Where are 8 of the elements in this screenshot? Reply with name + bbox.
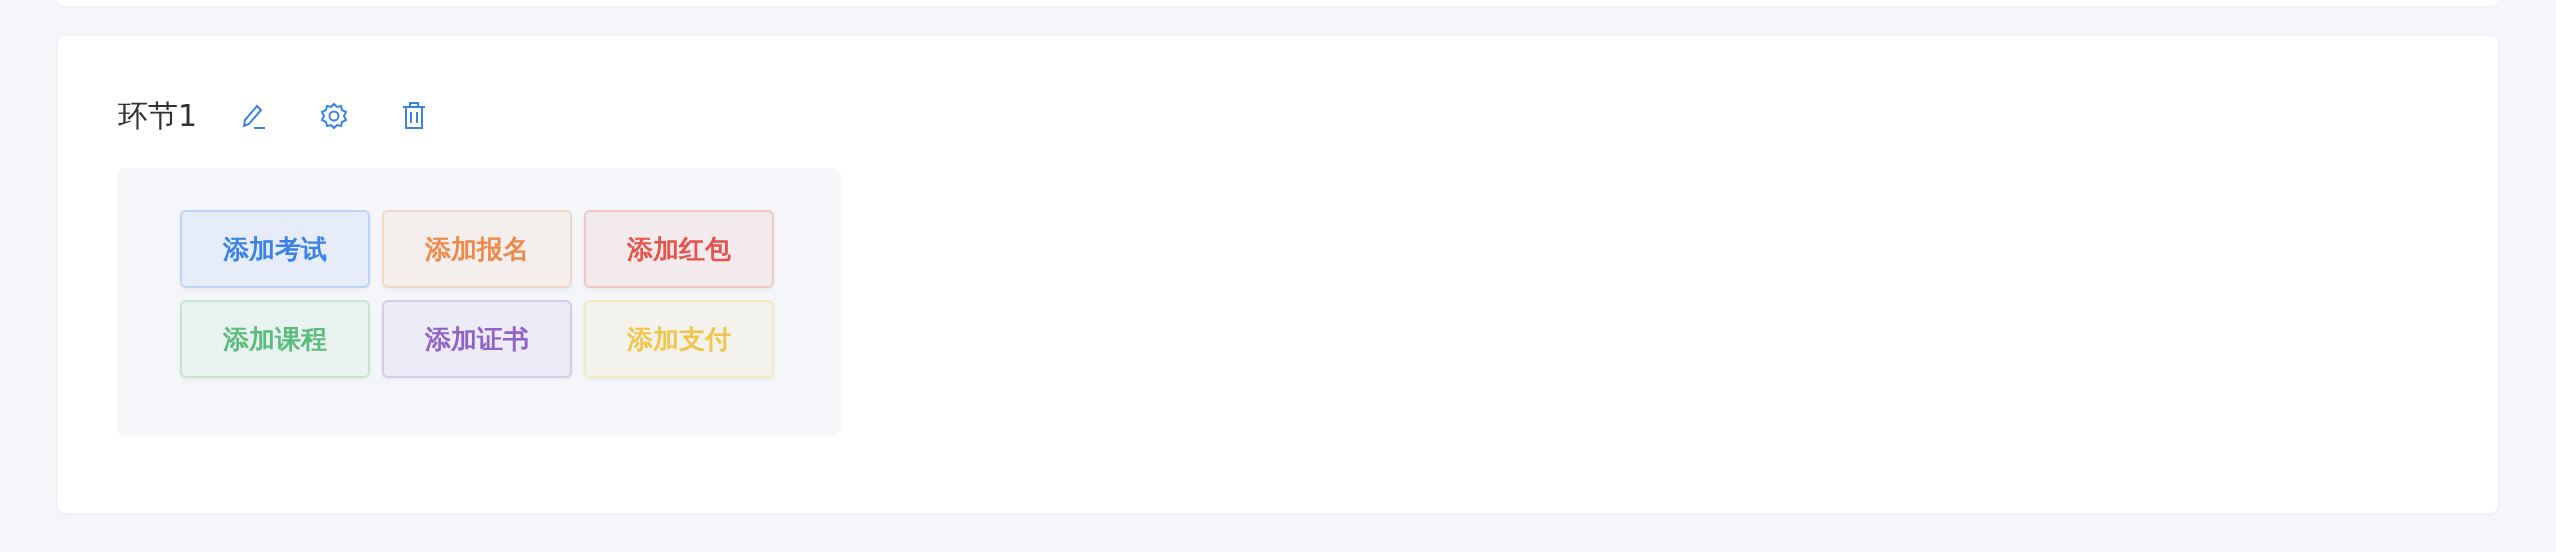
settings-icon (320, 102, 349, 130)
add-button[interactable]: 添加报名 (382, 210, 572, 288)
add-button[interactable]: 添加红包 (584, 210, 774, 288)
add-button[interactable]: 添加考试 (180, 210, 370, 288)
add-button[interactable]: 添加课程 (180, 300, 370, 378)
trash-icon (401, 101, 428, 131)
add-button[interactable]: 添加证书 (382, 300, 572, 378)
section-title: 环节1 (118, 96, 198, 135)
